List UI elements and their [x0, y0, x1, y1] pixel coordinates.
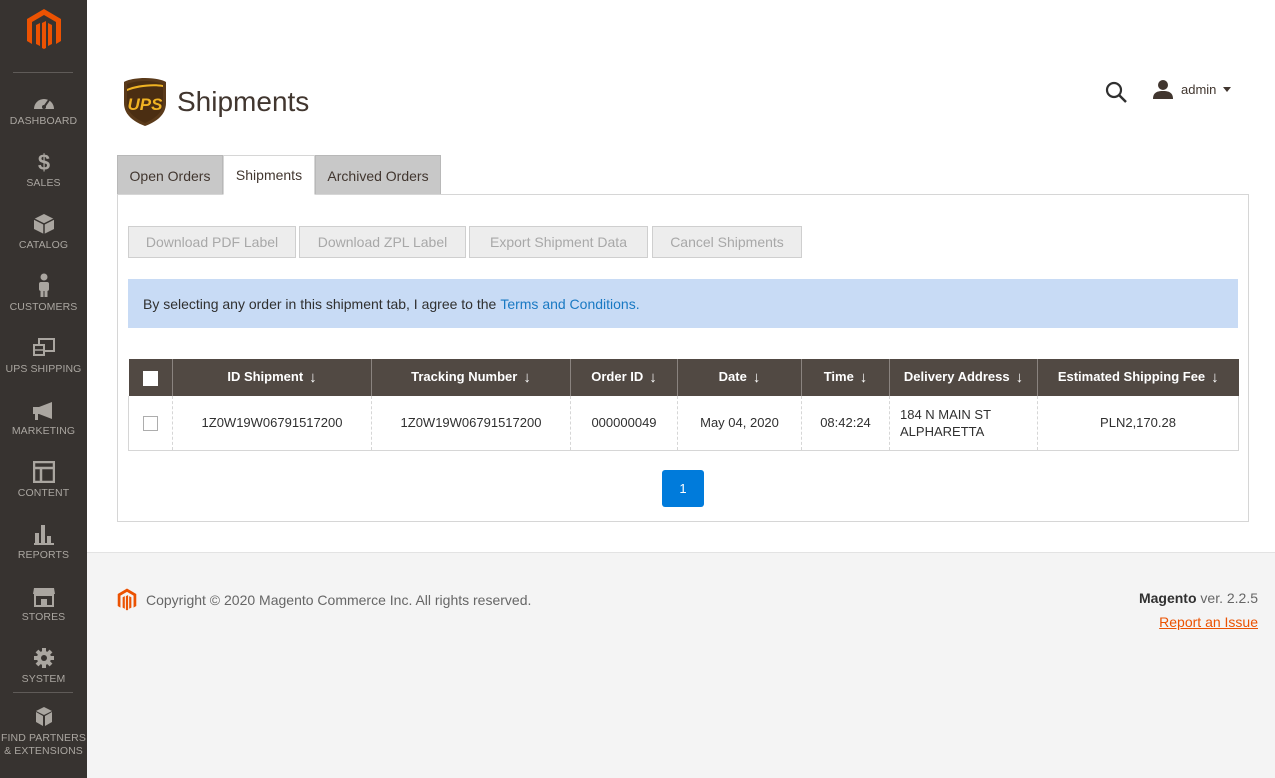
- report-issue-link[interactable]: Report an Issue: [1159, 614, 1258, 630]
- sort-arrow-icon: ↓: [309, 369, 317, 386]
- sort-arrow-icon: ↓: [860, 369, 868, 386]
- sidebar-item-find-partners[interactable]: FIND PARTNERS & EXTENSIONS: [0, 702, 87, 764]
- column-header-id-shipment[interactable]: ID Shipment↓: [173, 359, 372, 396]
- chevron-down-icon: [1223, 87, 1231, 92]
- layout-icon: [33, 457, 55, 483]
- sort-arrow-icon: ↓: [523, 369, 531, 386]
- copyright-text: Copyright © 2020 Magento Commerce Inc. A…: [146, 592, 531, 608]
- tab-shipments[interactable]: Shipments: [223, 155, 315, 195]
- shipments-table: ID Shipment↓ Tracking Number↓ Order ID↓ …: [128, 359, 1239, 451]
- tab-archived-orders[interactable]: Archived Orders: [315, 155, 441, 195]
- dollar-icon: $: [36, 147, 52, 173]
- sidebar-item-content[interactable]: CONTENT: [0, 457, 87, 519]
- sidebar-item-reports[interactable]: REPORTS: [0, 519, 87, 581]
- page-header: UPS Shipments: [123, 77, 309, 127]
- sidebar-item-stores[interactable]: STORES: [0, 581, 87, 643]
- download-zpl-label-button[interactable]: Download ZPL Label: [299, 226, 466, 258]
- sidebar-item-label: FIND PARTNERS & EXTENSIONS: [0, 732, 87, 758]
- terms-link[interactable]: Terms and Conditions.: [500, 296, 639, 312]
- magento-logo-icon: [26, 8, 62, 52]
- sidebar-item-label: REPORTS: [18, 549, 69, 562]
- sidebar-item-label: DASHBOARD: [10, 115, 77, 128]
- tab-open-orders[interactable]: Open Orders: [117, 155, 223, 195]
- cube-icon: [33, 209, 55, 235]
- cell-order-id: 000000049: [571, 396, 678, 450]
- magento-logo-icon: [117, 588, 137, 612]
- export-shipment-data-button[interactable]: Export Shipment Data: [469, 226, 648, 258]
- sidebar-item-customers[interactable]: CUSTOMERS: [0, 271, 87, 333]
- notice-text: By selecting any order in this shipment …: [143, 296, 496, 312]
- sidebar-item-label: STORES: [22, 611, 66, 624]
- sidebar-divider: [13, 72, 73, 73]
- cancel-shipments-button[interactable]: Cancel Shipments: [652, 226, 802, 258]
- row-checkbox[interactable]: [143, 416, 158, 431]
- sort-arrow-icon: ↓: [649, 369, 657, 386]
- row-select-cell[interactable]: [129, 396, 173, 450]
- cell-id-shipment: 1Z0W19W06791517200: [173, 396, 372, 450]
- bar-chart-icon: [33, 519, 55, 545]
- truck-box-icon: [32, 333, 56, 359]
- cell-tracking-number: 1Z0W19W06791517200: [372, 396, 571, 450]
- sidebar-item-ups-shipping[interactable]: UPS SHIPPING: [0, 333, 87, 395]
- copyright: Copyright © 2020 Magento Commerce Inc. A…: [117, 588, 531, 612]
- sort-arrow-icon: ↓: [1016, 369, 1024, 386]
- sidebar-item-label: SALES: [26, 177, 60, 190]
- page-title: Shipments: [177, 86, 309, 118]
- address-line: ALPHARETTA: [900, 423, 1037, 440]
- sidebar-item-label: MARKETING: [12, 425, 75, 438]
- svg-text:$: $: [37, 150, 49, 173]
- cell-time: 08:42:24: [802, 396, 890, 450]
- column-header-tracking-number[interactable]: Tracking Number↓: [372, 359, 571, 396]
- sidebar-item-sales[interactable]: $ SALES: [0, 147, 87, 209]
- column-header-date[interactable]: Date↓: [678, 359, 802, 396]
- sidebar-item-label: SYSTEM: [22, 673, 66, 686]
- table-header-row: ID Shipment↓ Tracking Number↓ Order ID↓ …: [129, 359, 1239, 396]
- sidebar-item-label: CONTENT: [18, 487, 69, 500]
- ups-logo: UPS: [123, 77, 167, 127]
- version-info: Magento ver. 2.2.5: [1139, 590, 1258, 606]
- sidebar-item-system[interactable]: SYSTEM: [0, 643, 87, 705]
- admin-sidebar: DASHBOARD $ SALES CATALOG CUSTOMERS UPS …: [0, 0, 87, 778]
- magento-logo[interactable]: [0, 0, 87, 62]
- cell-date: May 04, 2020: [678, 396, 802, 450]
- select-all-checkbox[interactable]: [143, 371, 158, 386]
- sidebar-item-marketing[interactable]: MARKETING: [0, 395, 87, 457]
- table-row: 1Z0W19W06791517200 1Z0W19W06791517200 00…: [129, 396, 1239, 450]
- column-header-order-id[interactable]: Order ID↓: [571, 359, 678, 396]
- column-header-delivery-address[interactable]: Delivery Address↓: [890, 359, 1038, 396]
- sort-arrow-icon: ↓: [753, 369, 761, 386]
- address-line: 184 N MAIN ST: [900, 406, 1037, 423]
- sidebar-item-label: CUSTOMERS: [10, 301, 78, 314]
- cell-delivery-address: 184 N MAIN ST ALPHARETTA: [890, 396, 1038, 450]
- user-name: admin: [1181, 82, 1216, 97]
- column-header-time[interactable]: Time↓: [802, 359, 890, 396]
- user-icon: [1153, 80, 1173, 99]
- pagination-page-button[interactable]: 1: [662, 470, 704, 507]
- dashboard-icon: [32, 85, 56, 111]
- terms-notice: By selecting any order in this shipment …: [128, 279, 1238, 328]
- megaphone-icon: [32, 395, 56, 421]
- sidebar-divider: [13, 692, 73, 693]
- sidebar-item-dashboard[interactable]: DASHBOARD: [0, 85, 87, 147]
- select-all-cell[interactable]: [129, 359, 173, 396]
- page-footer: [87, 552, 1275, 778]
- brand-name: Magento: [1139, 590, 1197, 606]
- person-icon: [37, 271, 51, 297]
- column-header-estimated-shipping-fee[interactable]: Estimated Shipping Fee↓: [1038, 359, 1239, 396]
- store-icon: [32, 581, 56, 607]
- gear-icon: [33, 643, 55, 669]
- sidebar-item-label: UPS SHIPPING: [6, 363, 82, 376]
- boxes-icon: [32, 702, 56, 728]
- svg-text:UPS: UPS: [128, 95, 164, 114]
- version-text: ver. 2.2.5: [1197, 590, 1258, 606]
- sidebar-item-catalog[interactable]: CATALOG: [0, 209, 87, 271]
- cell-estimated-shipping-fee: PLN2,170.28: [1038, 396, 1239, 450]
- sort-arrow-icon: ↓: [1211, 369, 1219, 386]
- user-account-menu[interactable]: admin: [1153, 80, 1231, 99]
- search-icon[interactable]: [1104, 80, 1128, 104]
- sidebar-item-label: CATALOG: [19, 239, 68, 252]
- download-pdf-label-button[interactable]: Download PDF Label: [128, 226, 296, 258]
